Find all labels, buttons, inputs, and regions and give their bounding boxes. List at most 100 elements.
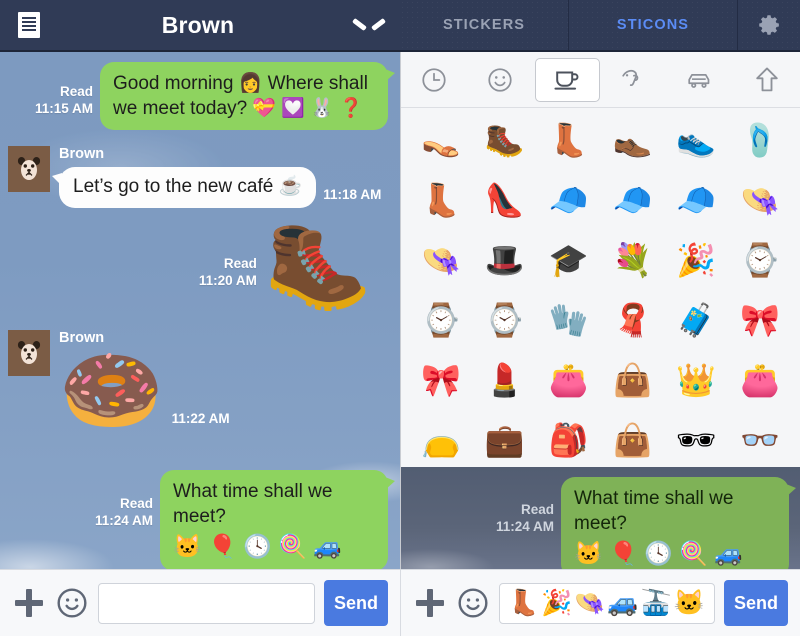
- message-bubble[interactable]: Good morning 👩 Where shall we meet today…: [100, 62, 395, 131]
- settings-button[interactable]: [738, 0, 800, 50]
- chat-preview-strip: Read 11:24 AM What time shall we meet? 🐱…: [400, 467, 800, 569]
- top-header: Brown STICKERS STICONS: [0, 0, 800, 52]
- arrow-up-icon: [756, 67, 778, 91]
- sticker-category-animals[interactable]: [604, 58, 666, 102]
- blue-baseball-cap-sticker[interactable]: 🧢: [537, 170, 601, 230]
- brown-wallet-sticker[interactable]: 👛: [728, 350, 792, 410]
- party-hat-chip[interactable]: 🎉: [541, 590, 572, 616]
- red-digital-watch-sticker[interactable]: ⌚: [409, 290, 473, 350]
- plus-icon[interactable]: [413, 586, 447, 620]
- hamburger-menu-button[interactable]: [0, 0, 58, 50]
- smiley-icon[interactable]: [55, 586, 89, 620]
- bottom-input-area: Send 👢 🎉 👒 🚙 🚠 🐱 Send: [0, 569, 800, 636]
- green-flat-cap-sticker[interactable]: 🧢: [664, 170, 728, 230]
- green-sneaker-sticker[interactable]: 👟: [664, 110, 728, 170]
- sticker-message-input[interactable]: 👢 🎉 👒 🚙 🚠 🐱: [499, 582, 715, 624]
- party-hat-sticker[interactable]: 🎉: [664, 230, 728, 290]
- tab-stickers[interactable]: STICKERS: [400, 0, 569, 50]
- message-meta: Read 11:15 AM: [35, 84, 93, 118]
- silver-watch-sticker[interactable]: ⌚: [473, 290, 537, 350]
- app-screen: Brown STICKERS STICONS Read 11:15 AM Goo…: [0, 0, 800, 636]
- tab-sticons[interactable]: STICONS: [569, 0, 738, 50]
- blue-car-chip[interactable]: 🚙: [607, 590, 638, 616]
- message-bubble[interactable]: Let’s go to the new café ☕: [51, 167, 317, 208]
- flip-flop-sticker[interactable]: 🩴: [728, 110, 792, 170]
- black-watch-sticker[interactable]: ⌚: [728, 230, 792, 290]
- sticker-category-recent[interactable]: [403, 58, 465, 102]
- message-meta: Read 11:24 AM: [95, 496, 153, 530]
- rain-boot-chip[interactable]: 👢: [508, 590, 539, 616]
- sticker-header: STICKERS STICONS: [400, 0, 800, 52]
- sticker-panel: 👡 🥾 👢 👞 👟 🩴 👢 👠 🧢 🧢 🧢 👒 👒 🎩 🎓 💐 🎉 ⌚ ⌚ ⌚ 🧤 🧣 🧳 🎀 🎀 💄 👛 👜 👑 👛 👝 💼 🎒 👜 🕶 👓: [400, 52, 800, 467]
- sticker-pink-donut[interactable]: 🍩: [59, 348, 164, 432]
- chat-header: Brown: [0, 0, 400, 52]
- high-heel-sandal-sticker[interactable]: 👡: [409, 110, 473, 170]
- message-input[interactable]: [98, 582, 315, 624]
- preview-message-meta: Read 11:24 AM: [496, 502, 554, 536]
- smiley-icon[interactable]: [456, 586, 490, 620]
- sticker-category-objects[interactable]: [535, 57, 600, 102]
- sticker-category-emotion[interactable]: [469, 58, 531, 102]
- red-ribbon-bow-sticker[interactable]: 🎀: [409, 350, 473, 410]
- graduation-cap-sticker[interactable]: 🎓: [537, 230, 601, 290]
- blue-scarf-sticker[interactable]: 🧣: [600, 290, 664, 350]
- teal-sunglasses-sticker[interactable]: 👓: [728, 410, 792, 470]
- gear-icon: [759, 15, 779, 35]
- cup-icon: [554, 71, 579, 90]
- timestamp: 11:18 AM: [323, 186, 382, 202]
- preview-text-line-2: 🐱 🎈 🕓 🍭 🚙: [574, 540, 743, 567]
- read-status: Read: [59, 84, 93, 99]
- orange-visor-sticker[interactable]: 🧢: [600, 170, 664, 230]
- send-button[interactable]: Send: [324, 580, 388, 626]
- brown-boot-sticker[interactable]: 👢: [409, 170, 473, 230]
- dress-shoe-sticker[interactable]: 👞: [600, 110, 664, 170]
- chat-message-list[interactable]: Read 11:15 AM Good morning 👩 Where shall…: [0, 52, 400, 569]
- timestamp: 11:15 AM: [34, 100, 93, 116]
- tote-bag-sticker[interactable]: 👜: [600, 410, 664, 470]
- yellow-rain-boot-sticker[interactable]: 👢: [537, 110, 601, 170]
- cable-car-chip[interactable]: 🚠: [641, 590, 672, 616]
- sticker-category-vehicles[interactable]: [670, 58, 732, 102]
- sticker-yellow-rain-boot[interactable]: 🥾: [265, 222, 372, 308]
- pink-bow-sticker[interactable]: 🎀: [728, 290, 792, 350]
- message-meta: Read 11:20 AM: [199, 256, 257, 290]
- read-status: Read: [520, 502, 554, 517]
- message-row-outgoing-1: Read 11:15 AM Good morning 👩 Where shall…: [20, 62, 395, 131]
- chat-collapse-button[interactable]: [338, 0, 400, 50]
- preview-message-bubble: What time shall we meet? 🐱 🎈 🕓 🍭 🚙: [561, 477, 796, 569]
- plus-icon[interactable]: [12, 586, 46, 620]
- briefcase-sticker[interactable]: 💼: [473, 410, 537, 470]
- brown-handbag-sticker[interactable]: 👜: [600, 350, 664, 410]
- black-fedora-sticker[interactable]: 🎩: [473, 230, 537, 290]
- hiking-boot-sticker[interactable]: 🥾: [473, 110, 537, 170]
- animal-icon: [621, 69, 638, 86]
- avatar[interactable]: [8, 330, 50, 376]
- hamburger-icon: [18, 12, 40, 38]
- send-button[interactable]: Send: [724, 580, 788, 626]
- page-title: Brown: [161, 11, 235, 38]
- bear-avatar-icon: [17, 157, 41, 180]
- straw-hat-chip[interactable]: 👒: [574, 590, 605, 616]
- avatar[interactable]: [8, 146, 50, 192]
- sun-hat-sticker[interactable]: 👒: [409, 230, 473, 290]
- black-clutch-sticker[interactable]: 👝: [409, 410, 473, 470]
- timestamp: 11:20 AM: [198, 273, 257, 289]
- read-status: Read: [223, 256, 257, 272]
- teal-high-heel-sticker[interactable]: 👠: [473, 170, 537, 230]
- message-bubble[interactable]: What time shall we meet? 🐱 🎈 🕓 🍭 🚙: [160, 470, 395, 569]
- red-suitcase-sticker[interactable]: 🧳: [664, 290, 728, 350]
- pink-coin-purse-sticker[interactable]: 👛: [537, 350, 601, 410]
- red-gloves-sticker[interactable]: 🧤: [537, 290, 601, 350]
- sticker-grid: 👡 🥾 👢 👞 👟 🩴 👢 👠 🧢 🧢 🧢 👒 👒 🎩 🎓 💐 🎉 ⌚ ⌚ ⌚ 🧤 🧣 🧳 🎀 🎀 💄 👛 👜 👑 👛 👝 💼 🎒 👜 🕶 👓: [401, 108, 800, 470]
- gold-crown-sticker[interactable]: 👑: [664, 350, 728, 410]
- blue-backpack-sticker[interactable]: 🎒: [537, 410, 601, 470]
- cat-face-chip[interactable]: 🐱: [674, 590, 705, 616]
- black-sunglasses-sticker[interactable]: 🕶: [664, 410, 728, 470]
- sticker-category-symbols[interactable]: [736, 58, 798, 102]
- read-status: Read: [119, 496, 153, 511]
- lipstick-sticker[interactable]: 💄: [473, 350, 537, 410]
- message-text: Let’s go to the new café ☕: [73, 176, 303, 197]
- bear-avatar-icon: [17, 341, 41, 364]
- flower-headband-sticker[interactable]: 💐: [600, 230, 664, 290]
- straw-boater-hat-sticker[interactable]: 👒: [728, 170, 792, 230]
